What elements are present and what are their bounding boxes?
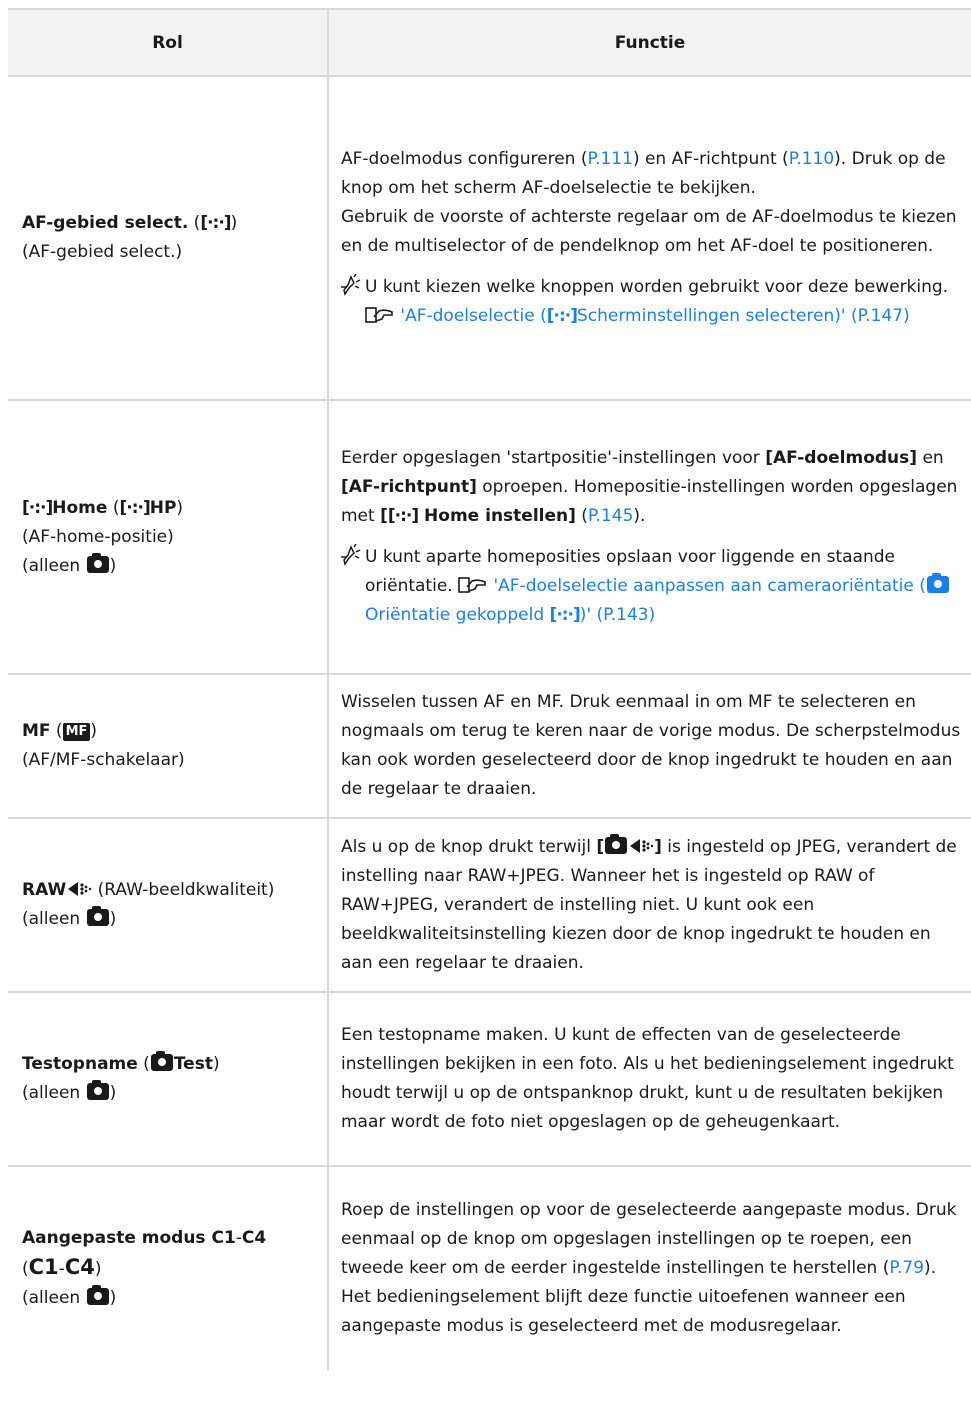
af-target-icon: [·:·] <box>119 497 150 518</box>
table-row: AF-gebied select. ([·:·]) (AF-gebied sel… <box>8 76 971 401</box>
rol-name: Aangepaste modus C1 <box>22 1228 236 1248</box>
description: Roep de instellingen op voor de geselect… <box>341 1200 957 1336</box>
hint-icon <box>341 544 361 566</box>
camera-icon <box>86 1285 109 1305</box>
page-link[interactable]: P.111 <box>587 149 632 169</box>
rol-name: MF <box>22 721 51 741</box>
functie-cell: Wisselen tussen AF en MF. Druk eenmaal i… <box>327 674 971 819</box>
cross-reference-link[interactable]: 'AF-doelselectie aanpassen aan cameraori… <box>365 573 950 625</box>
rol-cell: RAW (RAW-beeldkwaliteit) (alleen ) <box>8 818 328 993</box>
table-row: RAW (RAW-beeldkwaliteit) (alleen ) Als u… <box>8 818 971 993</box>
function-table: Rol Functie AF-gebied select. ([·:·]) (A… <box>8 8 971 1370</box>
rol-cell: MF (MF) (AF/MF-schakelaar) <box>8 674 328 819</box>
reference-icon <box>458 577 486 593</box>
camera-icon <box>605 833 628 854</box>
c1-icon: C1 <box>28 1255 59 1279</box>
mf-badge-icon: MF <box>62 723 91 741</box>
camera-icon <box>86 552 109 573</box>
functie-cell: Een testopname maken. U kunt de effecten… <box>327 992 971 1167</box>
functie-cell: AF-doelmodus configureren (P.111) en AF-… <box>327 76 971 401</box>
camera-icon <box>86 1080 109 1100</box>
header-functie: Functie <box>327 8 971 77</box>
description-2: Gebruik de voorste of achterste regelaar… <box>341 207 957 256</box>
rol-availability: (alleen ) <box>22 1080 117 1103</box>
page-link[interactable]: P.145 <box>588 506 633 526</box>
table-row: Aangepaste modus C1-C4 (C1-C4) (alleen )… <box>8 1166 971 1370</box>
image-quality-icon <box>68 882 92 896</box>
page-link[interactable]: P.79 <box>889 1258 924 1278</box>
camera-icon <box>926 573 949 593</box>
description: AF-doelmodus configureren (P.111) en AF-… <box>341 149 946 198</box>
table-header-row: Rol Functie <box>8 8 971 77</box>
af-target-icon: [·:·] <box>200 213 231 233</box>
rol-name: RAW <box>22 880 67 900</box>
rol-subtitle: (AF/MF-schakelaar) <box>22 750 185 770</box>
rol-subtitle: (AF-home-positie) <box>22 526 174 547</box>
table-row: MF (MF) (AF/MF-schakelaar) Wisselen tuss… <box>8 674 971 819</box>
rol-subtitle: (AF-gebied select.) <box>22 242 183 262</box>
rol-availability: (alleen ) <box>22 552 117 576</box>
camera-icon <box>86 906 109 926</box>
table-row: Testopname (Test) (alleen ) Een testopna… <box>8 992 971 1167</box>
table-row: [·:·]Home ([·:·]HP) (AF-home-positie) (a… <box>8 400 971 675</box>
rol-cell: Testopname (Test) (alleen ) <box>8 992 328 1167</box>
af-target-icon: [·:·] <box>22 497 53 518</box>
rol-cell: [·:·]Home ([·:·]HP) (AF-home-positie) (a… <box>8 400 328 675</box>
hint-icon <box>341 274 361 296</box>
rol-availability: (alleen ) <box>22 1285 117 1308</box>
functie-cell: Eerder opgeslagen 'startpositie'-instell… <box>327 400 971 675</box>
rol-name: Testopname <box>22 1054 138 1074</box>
hint-note: U kunt kiezen welke knoppen worden gebru… <box>341 273 961 331</box>
header-rol: Rol <box>8 8 328 77</box>
rol-availability: (alleen ) <box>22 906 117 929</box>
c4-icon: C4 <box>64 1255 95 1279</box>
af-target-icon: [·:·] <box>549 605 581 625</box>
description: Wisselen tussen AF en MF. Druk eenmaal i… <box>341 692 961 799</box>
rol-cell: Aangepaste modus C1-C4 (C1-C4) (alleen ) <box>8 1166 328 1370</box>
functie-cell: Als u op de knop drukt terwijl [] is ing… <box>327 818 971 993</box>
description: Een testopname maken. U kunt de effecten… <box>341 1025 954 1132</box>
rol-name: AF-gebied select. <box>22 213 189 233</box>
image-quality-icon <box>630 838 654 853</box>
hint-note: U kunt aparte homeposities opslaan voor … <box>341 543 961 630</box>
reference-icon <box>365 307 393 323</box>
camera-icon <box>150 1051 173 1071</box>
cross-reference-link[interactable]: 'AF-doelselectie ([·:·]Scherminstellinge… <box>400 306 909 326</box>
description: Als u op de knop drukt terwijl [] is ing… <box>341 833 957 973</box>
rol-cell: AF-gebied select. ([·:·]) (AF-gebied sel… <box>8 76 328 401</box>
functie-cell: Roep de instellingen op voor de geselect… <box>327 1166 971 1370</box>
page-link[interactable]: P.110 <box>789 149 834 169</box>
af-target-icon: [·:·] <box>546 306 578 326</box>
description: Eerder opgeslagen 'startpositie'-instell… <box>341 444 961 531</box>
rol-name: Home <box>52 497 108 518</box>
af-target-icon: [·:·] <box>387 506 419 526</box>
